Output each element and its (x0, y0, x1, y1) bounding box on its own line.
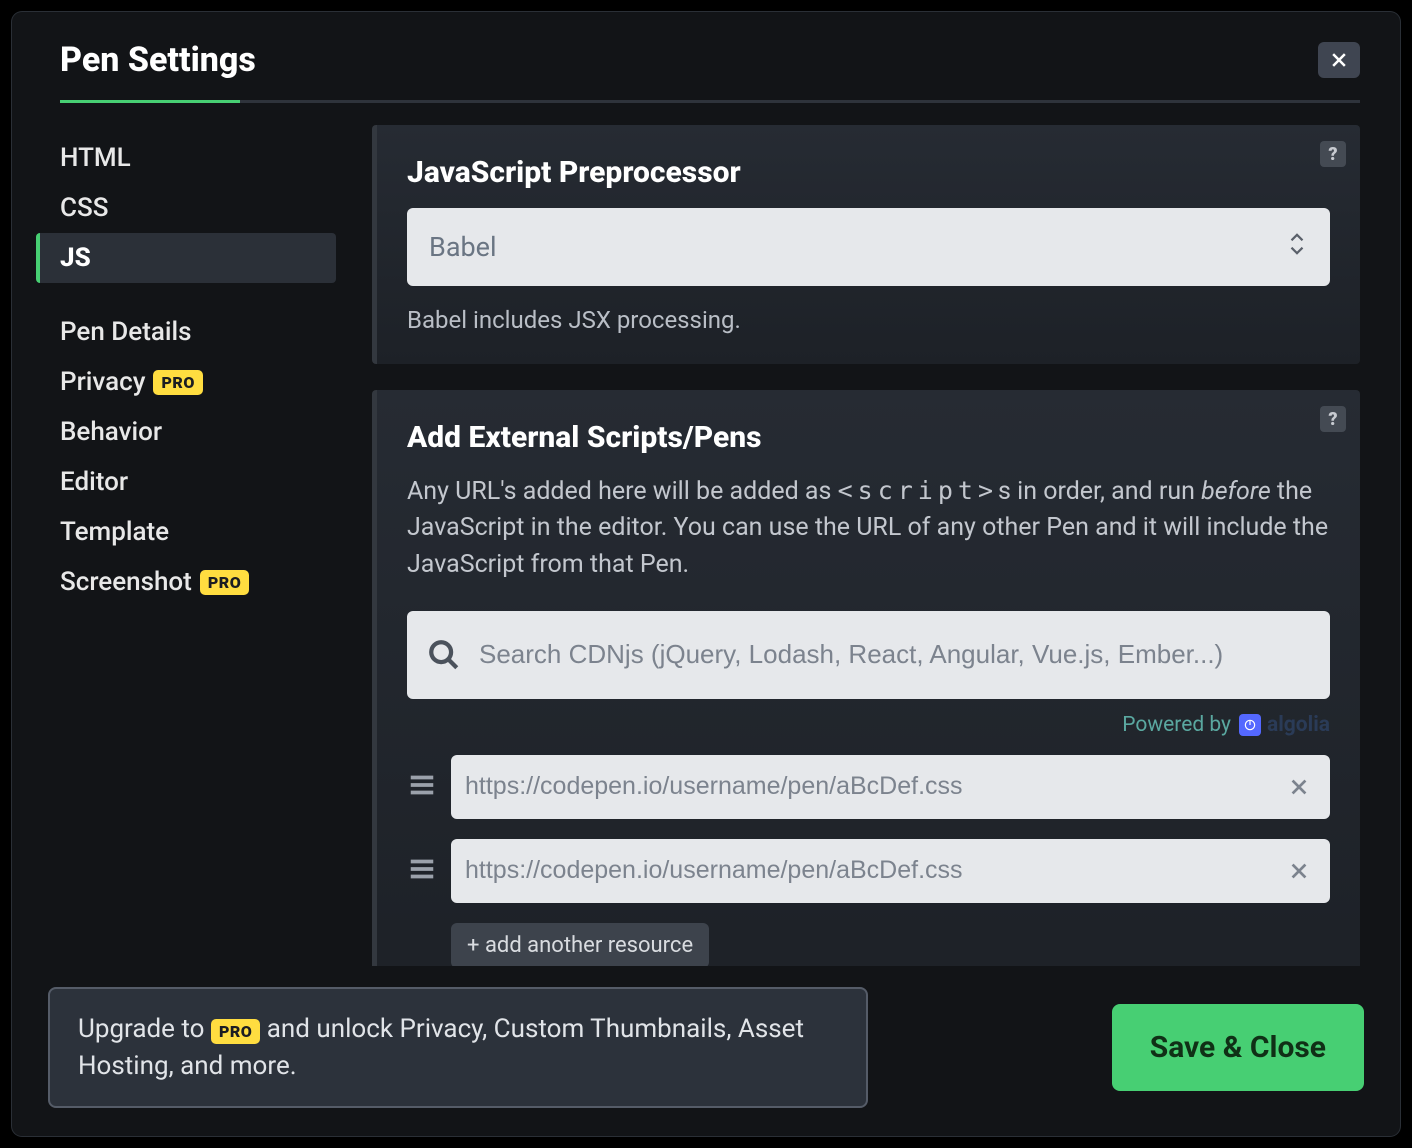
close-button[interactable] (1318, 42, 1360, 78)
help-button[interactable]: ? (1320, 406, 1346, 432)
chevron-up-down-icon (1286, 229, 1308, 266)
resource-input[interactable] (465, 772, 1276, 801)
algolia-icon (1239, 714, 1261, 736)
pro-badge: PRO (153, 370, 202, 395)
resource-input-wrap (451, 839, 1330, 903)
select-value: Babel (429, 231, 497, 263)
resource-input[interactable] (465, 856, 1276, 885)
powered-by-row: Powered by algolia (407, 713, 1330, 737)
external-scripts-panel: ? Add External Scripts/Pens Any URL's ad… (372, 390, 1360, 966)
panel-heading: Add External Scripts/Pens (407, 420, 1330, 455)
modal-header: Pen Settings (12, 12, 1400, 90)
resource-row (407, 755, 1330, 819)
close-icon (1329, 50, 1349, 70)
help-button[interactable]: ? (1320, 141, 1346, 167)
sidebar-item-label: Template (60, 517, 169, 547)
sidebar-item-template[interactable]: Template (36, 507, 336, 557)
powered-by-label: Powered by (1122, 713, 1231, 737)
modal-body: HTML CSS JS Pen Details Privacy PRO Beha… (12, 103, 1400, 966)
sidebar-item-css[interactable]: CSS (36, 183, 336, 233)
sidebar-gap (36, 283, 336, 307)
sidebar-item-label: Screenshot (60, 567, 192, 597)
algolia-link[interactable]: algolia (1239, 713, 1330, 737)
sidebar-item-screenshot[interactable]: Screenshot PRO (36, 557, 336, 607)
panel-heading: JavaScript Preprocessor (407, 155, 1330, 190)
drag-handle-icon[interactable] (407, 854, 437, 888)
drag-handle-icon[interactable] (407, 770, 437, 804)
sidebar-item-editor[interactable]: Editor (36, 457, 336, 507)
upgrade-banner[interactable]: Upgrade to PRO and unlock Privacy, Custo… (48, 987, 868, 1108)
pro-badge: PRO (200, 570, 249, 595)
preprocessor-panel: ? JavaScript Preprocessor Babel Babel in… (372, 125, 1360, 364)
sidebar-item-behavior[interactable]: Behavior (36, 407, 336, 457)
resource-input-wrap (451, 755, 1330, 819)
modal-title: Pen Settings (60, 40, 256, 80)
add-resource-button[interactable]: + add another resource (451, 923, 709, 966)
sidebar-item-label: Editor (60, 467, 128, 497)
sidebar-item-pen-details[interactable]: Pen Details (36, 307, 336, 357)
modal-footer: Upgrade to PRO and unlock Privacy, Custo… (12, 966, 1400, 1136)
panel-description: Any URL's added here will be added as <s… (407, 473, 1330, 583)
resource-remove-button[interactable] (1282, 770, 1316, 804)
close-icon (1288, 860, 1310, 882)
cdn-search[interactable] (407, 611, 1330, 699)
close-icon (1288, 776, 1310, 798)
cdn-search-input[interactable] (479, 639, 1310, 670)
content-area: ? JavaScript Preprocessor Babel Babel in… (372, 125, 1360, 966)
header-divider (60, 100, 1360, 103)
sidebar-item-privacy[interactable]: Privacy PRO (36, 357, 336, 407)
sidebar-item-label: Privacy (60, 367, 145, 397)
pro-badge: PRO (211, 1019, 260, 1044)
sidebar-item-label: Behavior (60, 417, 162, 447)
search-icon (427, 638, 461, 672)
resource-row (407, 839, 1330, 903)
preprocessor-helper: Babel includes JSX processing. (407, 306, 1330, 334)
sidebar-item-label: Pen Details (60, 317, 192, 347)
settings-modal: Pen Settings HTML CSS JS Pen Details Pri… (12, 12, 1400, 1136)
preprocessor-select[interactable]: Babel (407, 208, 1330, 286)
save-close-button[interactable]: Save & Close (1112, 1004, 1364, 1091)
resource-remove-button[interactable] (1282, 854, 1316, 888)
sidebar: HTML CSS JS Pen Details Privacy PRO Beha… (36, 125, 336, 966)
sidebar-item-html[interactable]: HTML (36, 133, 336, 183)
sidebar-item-js[interactable]: JS (36, 233, 336, 283)
code-literal: <script> (838, 476, 998, 505)
